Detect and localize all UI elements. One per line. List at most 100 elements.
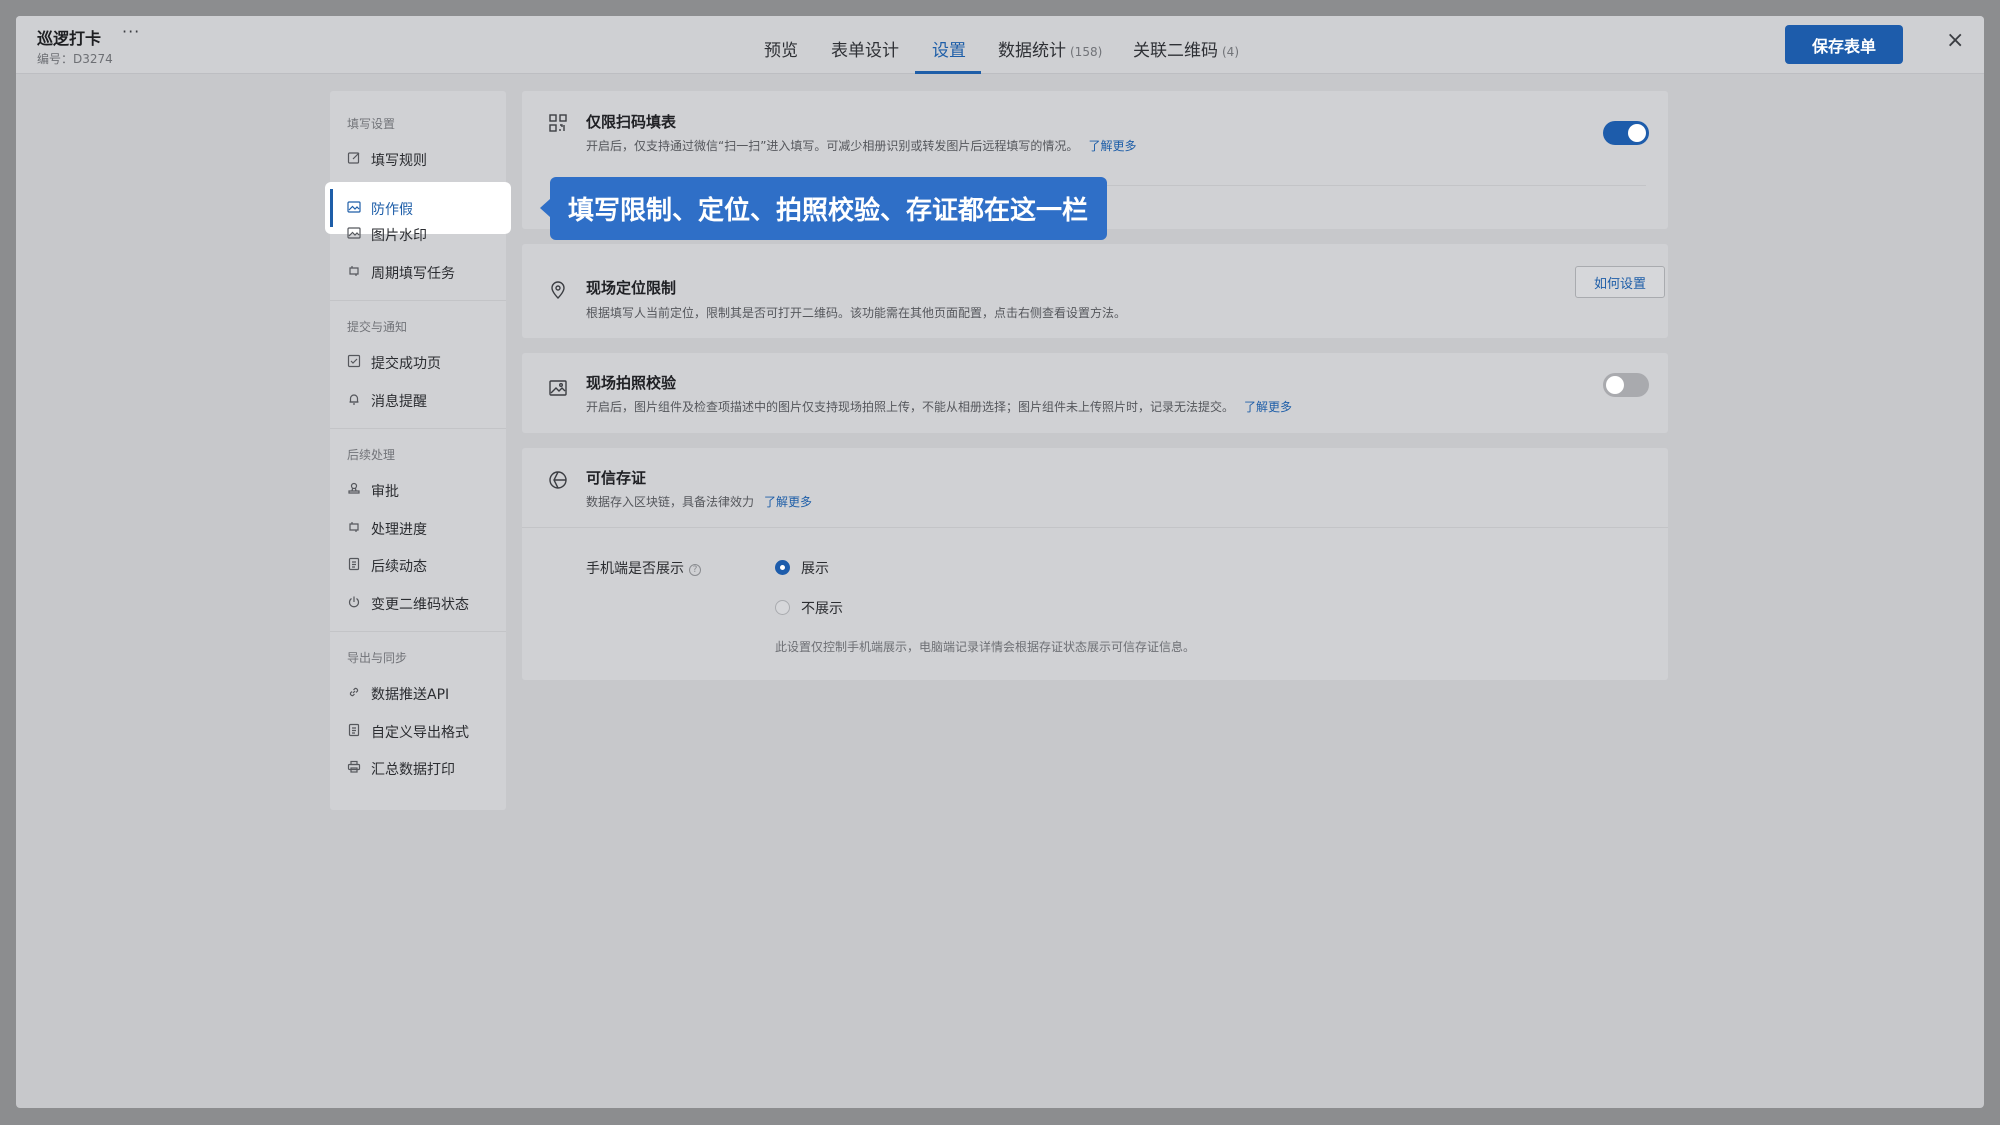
field-label-text: 手机端是否展示	[586, 561, 684, 577]
location-pin-icon	[548, 280, 568, 300]
radio-label: 不展示	[801, 601, 843, 617]
toggle-knob	[1606, 376, 1624, 394]
stamp-icon	[347, 482, 361, 496]
sidebar-item-periodic-task[interactable]: 周期填写任务	[330, 253, 506, 291]
printer-icon	[347, 760, 361, 774]
settings-window: 巡逻打卡 ··· 编号：D3274 预览 表单设计 设置 数据统计 (158) 关…	[16, 16, 1984, 1108]
tab-data-stats[interactable]: 数据统计 (158)	[998, 36, 1102, 61]
tab-count: (158)	[1070, 45, 1103, 59]
group-title-fill-settings: 填写设置	[347, 117, 396, 131]
tab-label: 关联二维码	[1133, 41, 1218, 61]
group-title-follow-up: 后续处理	[347, 448, 396, 462]
card-description-text: 数据存入区块链，具备法律效力	[586, 495, 755, 509]
sidebar-item-label: 汇总数据打印	[371, 762, 455, 778]
scan-only-toggle[interactable]	[1603, 121, 1649, 145]
sidebar-item-custom-export[interactable]: 自定义导出格式	[330, 712, 506, 750]
cycle-icon	[347, 520, 361, 534]
radio-label: 展示	[801, 561, 829, 577]
sidebar-divider	[330, 631, 506, 632]
sidebar-item-approval[interactable]: 审批	[330, 471, 506, 509]
card-title: 可信存证	[586, 469, 647, 487]
card-description: 开启后，图片组件及检查项描述中的图片仅支持现场拍照上传，不能从相册选择；图片组件…	[586, 398, 1292, 415]
display-note: 此设置仅控制手机端展示，电脑端记录详情会根据存证状态展示可信存证信息。	[775, 640, 1196, 654]
edit-icon	[347, 151, 361, 165]
sidebar-item-label: 图片水印	[371, 228, 427, 244]
top-bar: 巡逻打卡 ··· 编号：D3274 预览 表单设计 设置 数据统计 (158) 关…	[16, 16, 1984, 74]
app-title: 巡逻打卡	[37, 29, 102, 48]
doc-icon	[347, 723, 361, 737]
mobile-display-label: 手机端是否展示?	[586, 558, 701, 578]
tab-count: (4)	[1222, 45, 1239, 59]
sidebar-item-fill-rules[interactable]: 填写规则	[330, 140, 506, 178]
link-icon	[347, 685, 361, 699]
tab-label: 数据统计	[998, 41, 1066, 61]
card-title: 仅限扫码填表	[586, 113, 677, 131]
card-description: 开启后，仅支持通过微信“扫一扫”进入填写。可减少相册识别或转发图片后远程填写的情…	[586, 137, 1136, 154]
sidebar-item-data-push-api[interactable]: 数据推送API	[330, 674, 506, 712]
sidebar-item-image-watermark[interactable]: 图片水印	[330, 215, 506, 253]
sidebar-item-follow-up-activity[interactable]: 后续动态	[330, 546, 506, 584]
sidebar-item-change-qrcode-status[interactable]: 变更二维码状态	[330, 584, 506, 622]
card-title: 现场拍照校验	[586, 374, 677, 392]
tab-label: 预览	[764, 41, 798, 61]
learn-more-link[interactable]: 了解更多	[1244, 400, 1292, 414]
group-title-submit-notify: 提交与通知	[347, 320, 408, 334]
power-icon	[347, 595, 361, 609]
sidebar-item-label: 数据推送API	[371, 687, 450, 703]
how-to-setup-button[interactable]: 如何设置	[1575, 266, 1665, 298]
doc-icon	[347, 557, 361, 571]
sidebar-item-label: 变更二维码状态	[371, 597, 469, 613]
card-title: 现场定位限制	[586, 279, 677, 297]
sidebar-item-label: 消息提醒	[371, 394, 427, 410]
tab-label: 表单设计	[831, 41, 899, 61]
sidebar-item-summary-print[interactable]: 汇总数据打印	[330, 749, 506, 787]
save-form-button[interactable]: 保存表单	[1785, 25, 1903, 64]
bell-icon	[347, 392, 361, 406]
card-description-text: 开启后，图片组件及检查项描述中的图片仅支持现场拍照上传，不能从相册选择；图片组件…	[586, 400, 1235, 414]
sidebar-item-label: 审批	[371, 484, 399, 500]
photo-verify-toggle[interactable]	[1603, 373, 1649, 397]
check-icon	[347, 354, 361, 368]
close-icon[interactable]: ×	[1946, 30, 1964, 52]
radio-dot	[775, 560, 790, 575]
more-icon[interactable]: ···	[122, 22, 140, 41]
help-icon[interactable]: ?	[689, 564, 701, 576]
tab-preview[interactable]: 预览	[764, 36, 798, 61]
sidebar-item-label: 自定义导出格式	[371, 725, 469, 741]
blockchain-icon	[548, 470, 568, 490]
guide-tooltip: 填写限制、定位、拍照校验、存证都在这一栏	[550, 177, 1107, 240]
learn-more-link[interactable]: 了解更多	[1088, 139, 1136, 153]
image-icon	[347, 200, 361, 214]
sidebar-item-success-page[interactable]: 提交成功页	[330, 343, 506, 381]
sidebar-divider	[330, 428, 506, 429]
active-tab-indicator	[915, 71, 981, 74]
sidebar-item-label: 处理进度	[371, 522, 427, 538]
sidebar-divider	[330, 300, 506, 301]
location-limit-card: 现场定位限制 根据填写人当前定位，限制其是否可打开二维码。该功能需在其他页面配置…	[522, 244, 1668, 338]
toggle-knob	[1628, 124, 1646, 142]
tab-settings[interactable]: 设置	[932, 36, 966, 61]
sidebar-item-label: 周期填写任务	[371, 266, 455, 282]
trusted-evidence-card: 可信存证 数据存入区块链，具备法律效力 了解更多 手机端是否展示? 展示 不展示 …	[522, 448, 1668, 680]
card-description-text: 开启后，仅支持通过微信“扫一扫”进入填写。可减少相册识别或转发图片后远程填写的情…	[586, 139, 1079, 153]
tooltip-arrow	[540, 199, 550, 217]
app-code: 编号：D3274	[37, 52, 113, 66]
sidebar-item-label: 提交成功页	[371, 356, 441, 372]
cycle-icon	[347, 264, 361, 278]
photo-icon	[548, 378, 568, 398]
sidebar-item-label: 后续动态	[371, 559, 427, 575]
tab-linked-qrcodes[interactable]: 关联二维码 (4)	[1133, 36, 1239, 61]
image-icon	[347, 226, 361, 240]
sidebar-item-message-reminder[interactable]: 消息提醒	[330, 381, 506, 419]
group-title-export-sync: 导出与同步	[347, 651, 408, 665]
sidebar-item-label: 填写规则	[371, 153, 427, 169]
card-description: 数据存入区块链，具备法律效力 了解更多	[586, 493, 812, 510]
card-description: 根据填写人当前定位，限制其是否可打开二维码。该功能需在其他页面配置，点击右侧查看…	[586, 306, 1127, 320]
learn-more-link[interactable]: 了解更多	[764, 495, 812, 509]
card-divider	[522, 527, 1668, 528]
settings-sidebar: 填写设置 填写规则 防作假 图片水印 周期填写任务 提交与通知 提交成功页 消息…	[325, 91, 511, 810]
sidebar-item-progress[interactable]: 处理进度	[330, 509, 506, 547]
photo-verify-card: 现场拍照校验 开启后，图片组件及检查项描述中的图片仅支持现场拍照上传，不能从相册…	[522, 353, 1668, 433]
tab-form-design[interactable]: 表单设计	[831, 36, 899, 61]
qrcode-icon	[548, 113, 568, 133]
